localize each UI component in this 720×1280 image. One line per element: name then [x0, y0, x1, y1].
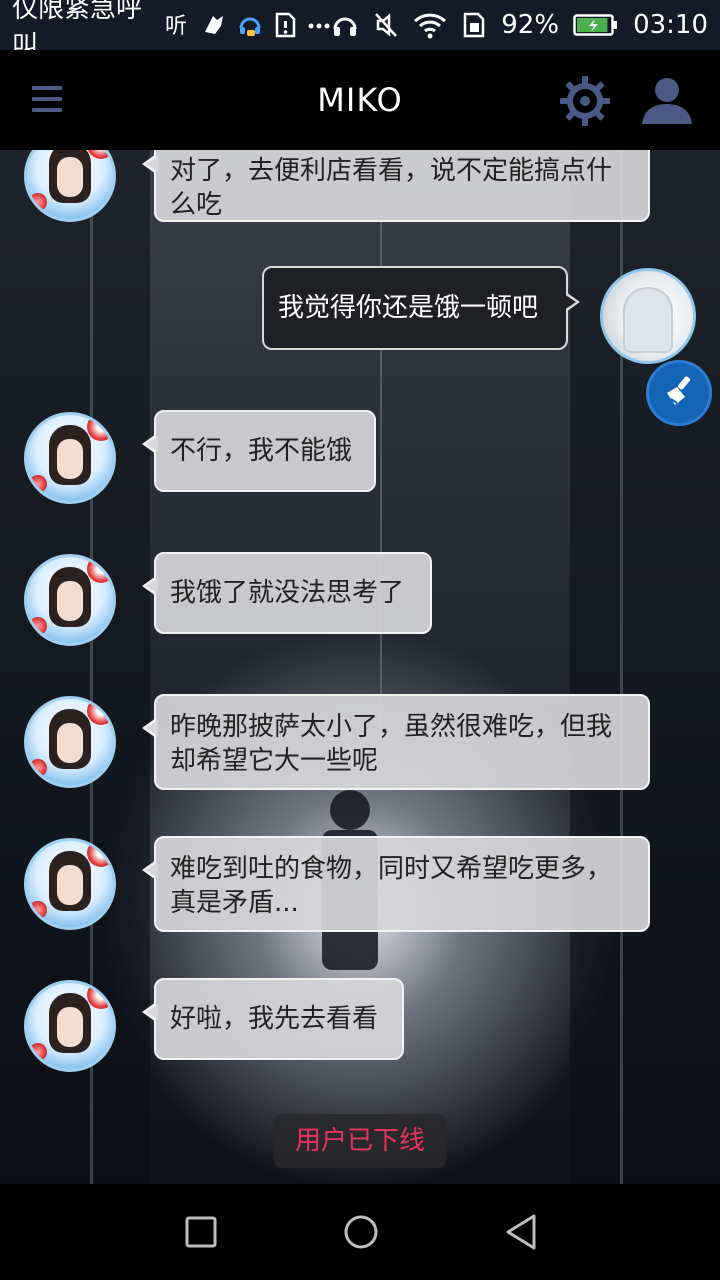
headphones-icon [331, 11, 359, 39]
message-bubble-bot[interactable]: 难吃到吐的食物，同时又希望吃更多，真是矛盾... [142, 836, 650, 932]
status-bar: 仅限紧急呼叫 听 92% 03:10 [0, 0, 720, 61]
wifi-icon [413, 11, 447, 39]
notification-app-icon [201, 12, 227, 38]
bot-avatar[interactable] [24, 838, 116, 930]
sim-warning-icon [273, 12, 297, 38]
bot-avatar[interactable] [24, 980, 116, 1072]
battery-icon [573, 12, 619, 38]
chat-screen: 仅限紧急呼叫 听 92% 03:10 MIKO 对了，去便利店看看，说不定能搞点… [0, 0, 720, 1280]
back-icon[interactable] [501, 1212, 541, 1252]
home-icon[interactable] [341, 1212, 381, 1252]
message-text: 我觉得你还是饿一顿吧 [278, 293, 539, 323]
recent-apps-icon[interactable] [181, 1212, 221, 1252]
clock: 03:10 [633, 10, 708, 40]
more-icon [307, 12, 331, 38]
signal-text-icon: 听 [165, 12, 191, 38]
silhouette-head [330, 790, 370, 830]
message-bubble-bot[interactable]: 昨晚那披萨太小了，虽然很难吃，但我却希望它大一些呢 [142, 694, 650, 790]
broom-icon [661, 373, 697, 413]
offline-notice: 用户已下线 [274, 1114, 446, 1168]
navigation-bar [0, 1184, 720, 1280]
message-text: 对了，去便利店看看，说不定能搞点什么吃 [170, 156, 613, 220]
message-bubble-bot[interactable]: 对了，去便利店看看，说不定能搞点什么吃 [142, 150, 650, 222]
user-icon[interactable] [638, 76, 696, 126]
bot-avatar[interactable] [24, 412, 116, 504]
message-text: 难吃到吐的食物，同时又希望吃更多，真是矛盾... [170, 854, 613, 918]
message-text: 不行，我不能饿 [170, 436, 353, 466]
battery-percent: 92% [501, 10, 560, 40]
message-bubble-bot[interactable]: 我饿了就没法思考了 [142, 552, 432, 634]
message-bubble-bot[interactable]: 不行，我不能饿 [142, 410, 376, 492]
message-text: 昨晚那披萨太小了，虽然很难吃，但我却希望它大一些呢 [170, 712, 613, 776]
bot-avatar[interactable] [24, 696, 116, 788]
headset-app-icon [237, 12, 263, 38]
user-avatar[interactable] [600, 268, 696, 364]
app-bar: MIKO [0, 50, 720, 150]
clear-chat-button[interactable] [646, 360, 712, 426]
gear-icon[interactable] [558, 74, 612, 128]
bot-avatar[interactable] [24, 554, 116, 646]
svg-text:听: 听 [165, 14, 187, 38]
mute-icon [373, 11, 399, 39]
message-bubble-bot[interactable]: 好啦，我先去看看 [142, 978, 404, 1060]
message-text: 好啦，我先去看看 [170, 1004, 379, 1034]
sim-card-icon [461, 11, 487, 39]
message-bubble-user[interactable]: 我觉得你还是饿一顿吧 [262, 266, 580, 350]
chat-area[interactable]: 对了，去便利店看看，说不定能搞点什么吃 我觉得你还是饿一顿吧 不行，我不能饿 我… [0, 150, 720, 1184]
app-title: MIKO [317, 81, 403, 119]
message-text: 我饿了就没法思考了 [170, 578, 405, 608]
